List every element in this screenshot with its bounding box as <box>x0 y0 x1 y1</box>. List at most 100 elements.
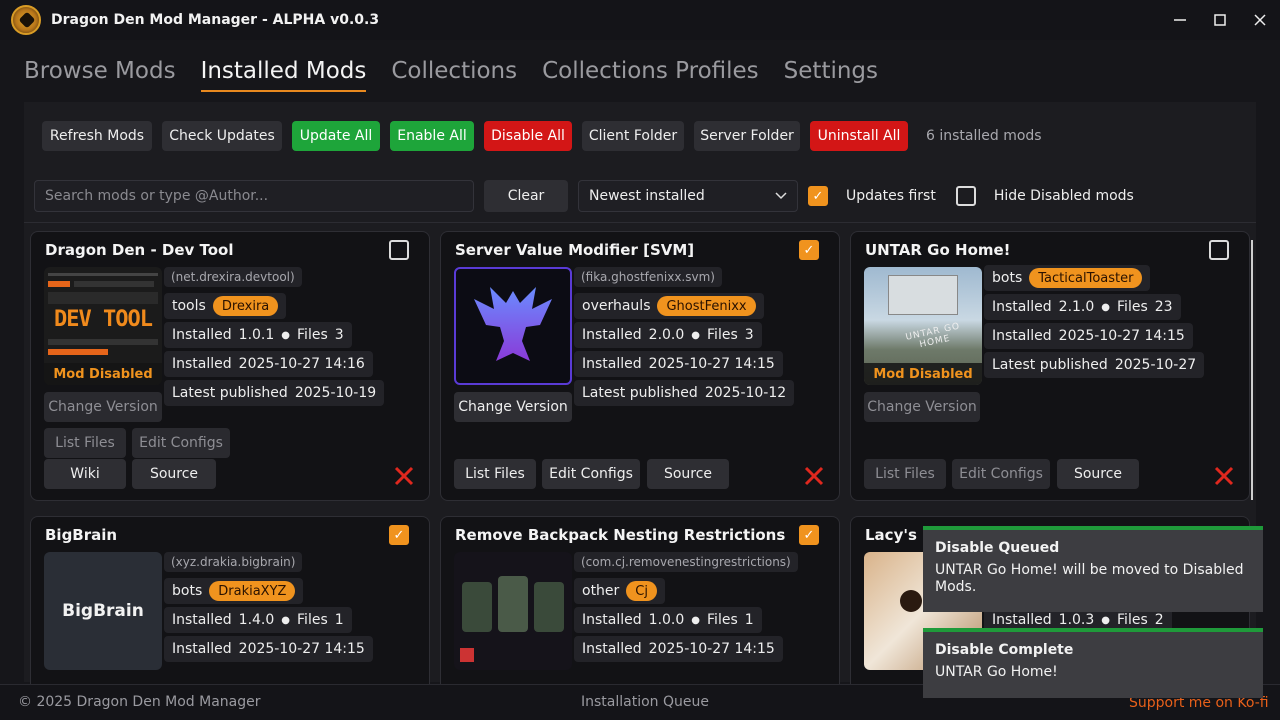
hide-disabled-checkbox[interactable] <box>955 186 976 206</box>
minimize-icon[interactable] <box>1160 0 1200 40</box>
installed-label: Installed <box>992 612 1052 628</box>
tab-collections-profiles[interactable]: Collections Profiles <box>542 58 759 92</box>
client-folder-button[interactable]: Client Folder <box>582 121 684 151</box>
search-input[interactable] <box>34 180 474 212</box>
installed-label: Installed <box>582 641 642 657</box>
hide-disabled-label: Hide Disabled mods <box>993 188 1134 204</box>
mod-enable-checkbox[interactable] <box>389 240 409 260</box>
uninstall-all-button[interactable]: Uninstall All <box>810 121 908 151</box>
mod-author-tag[interactable]: TacticalToaster <box>1029 268 1143 288</box>
thumbnail-text: BigBrain <box>62 601 144 621</box>
latest-label: Latest published <box>992 357 1108 373</box>
mod-enable-checkbox[interactable] <box>1209 240 1229 260</box>
scrollbar[interactable] <box>1251 240 1253 500</box>
mod-version-row: Installed 2.1.0 ● Files 23 <box>984 294 1181 320</box>
mod-card: UNTAR Go Home! UNTAR GO HOME Mod Disable… <box>850 231 1250 501</box>
mod-author-tag[interactable]: GhostFenixx <box>657 296 756 316</box>
mod-installed-date: 2025-10-27 14:15 <box>648 641 775 657</box>
mod-category: bots <box>172 583 203 599</box>
source-button[interactable]: Source <box>132 459 216 489</box>
mod-category: tools <box>172 298 206 314</box>
check-updates-button[interactable]: Check Updates <box>162 121 282 151</box>
change-version-button[interactable]: Change Version <box>44 392 162 422</box>
update-all-button[interactable]: Update All <box>292 121 380 151</box>
change-version-button[interactable]: Change Version <box>454 392 572 422</box>
installed-label: Installed <box>992 328 1052 344</box>
mod-installed-date: 2025-10-27 14:16 <box>238 356 365 372</box>
files-label: Files <box>297 327 328 343</box>
enable-all-button[interactable]: Enable All <box>390 121 474 151</box>
title-bar: Dragon Den Mod Manager - ALPHA v0.0.3 <box>0 0 1280 40</box>
clear-button[interactable]: Clear <box>484 180 568 212</box>
installation-queue-link[interactable]: Installation Queue <box>581 694 709 710</box>
mod-title: UNTAR Go Home! <box>865 241 1011 259</box>
delete-icon[interactable] <box>393 465 415 487</box>
mod-enable-checkbox[interactable]: ✓ <box>799 240 819 260</box>
change-version-button[interactable]: Change Version <box>864 392 980 422</box>
tab-settings[interactable]: Settings <box>784 58 878 92</box>
mod-thumbnail: UNTAR GO HOME Mod Disabled <box>864 267 982 385</box>
delete-icon[interactable] <box>803 465 825 487</box>
mod-category-row: overhauls GhostFenixx <box>574 293 764 319</box>
source-button[interactable]: Source <box>647 459 729 489</box>
files-label: Files <box>707 327 738 343</box>
updates-first-checkbox[interactable]: ✓ <box>808 186 828 206</box>
list-files-button[interactable]: List Files <box>454 459 536 489</box>
updates-first-label: Updates first <box>846 188 936 204</box>
maximize-icon[interactable] <box>1200 0 1240 40</box>
wiki-button[interactable]: Wiki <box>44 459 126 489</box>
tab-browse-mods[interactable]: Browse Mods <box>24 58 176 92</box>
disable-all-button[interactable]: Disable All <box>484 121 572 151</box>
mod-title: Server Value Modifier [SVM] <box>455 241 695 259</box>
mod-card: BigBrain ✓ BigBrain (xyz.drakia.bigbrain… <box>30 516 430 684</box>
mod-latest-row: Latest published 2025-10-19 <box>164 380 385 406</box>
mod-thumbnail: DEV TOOL Mod Disabled <box>44 267 162 385</box>
mod-category: other <box>582 583 620 599</box>
separator-dot: ● <box>691 329 701 341</box>
mod-version: 1.0.1 <box>238 327 275 343</box>
server-folder-button[interactable]: Server Folder <box>694 121 800 151</box>
toast-title: Disable Complete <box>935 642 1074 658</box>
close-icon[interactable] <box>1240 0 1280 40</box>
mod-enable-checkbox[interactable]: ✓ <box>799 525 819 545</box>
edit-configs-button[interactable]: Edit Configs <box>952 459 1050 489</box>
mod-version: 1.0.0 <box>648 612 685 628</box>
mod-package-id: (xyz.drakia.bigbrain) <box>164 552 303 572</box>
installed-label: Installed <box>992 299 1052 315</box>
mod-category-row: bots TacticalToaster <box>984 265 1151 291</box>
list-files-button[interactable]: List Files <box>44 428 126 458</box>
refresh-mods-button[interactable]: Refresh Mods <box>42 121 152 151</box>
tab-installed-mods[interactable]: Installed Mods <box>200 58 367 92</box>
mod-disabled-label: Mod Disabled <box>864 363 982 385</box>
mod-latest-date: 2025-10-12 <box>704 385 787 401</box>
installed-label: Installed <box>582 356 642 372</box>
mod-card: Remove Backpack Nesting Restrictions ✓ (… <box>440 516 840 684</box>
delete-icon[interactable] <box>1213 465 1235 487</box>
source-button[interactable]: Source <box>1057 459 1139 489</box>
mod-author-tag[interactable]: Cj <box>626 581 657 601</box>
tab-collections[interactable]: Collections <box>391 58 517 92</box>
sort-select[interactable]: Newest installed <box>578 180 798 212</box>
toolbar: Refresh Mods Check Updates Update All En… <box>42 121 1042 151</box>
mod-disabled-label: Mod Disabled <box>44 363 162 385</box>
mod-author-tag[interactable]: Drexira <box>212 296 279 316</box>
mod-installed-date-row: Installed 2025-10-27 14:15 <box>984 323 1193 349</box>
toast-message: UNTAR Go Home! <box>935 664 1058 680</box>
copyright-text: © 2025 Dragon Den Mod Manager <box>18 694 261 710</box>
chevron-down-icon <box>775 192 787 200</box>
list-files-button[interactable]: List Files <box>864 459 946 489</box>
mod-installed-date: 2025-10-27 14:15 <box>238 641 365 657</box>
mod-version: 1.0.3 <box>1058 612 1095 628</box>
installed-label: Installed <box>172 356 232 372</box>
mod-category: bots <box>992 270 1023 286</box>
edit-configs-button[interactable]: Edit Configs <box>542 459 640 489</box>
separator-dot: ● <box>281 329 291 341</box>
sort-value: Newest installed <box>589 188 705 204</box>
edit-configs-button[interactable]: Edit Configs <box>132 428 230 458</box>
mod-card: Server Value Modifier [SVM] ✓ (fika.ghos… <box>440 231 840 501</box>
mod-installed-date: 2025-10-27 14:15 <box>1058 328 1185 344</box>
mod-category-row: other Cj <box>574 578 665 604</box>
mod-enable-checkbox[interactable]: ✓ <box>389 525 409 545</box>
mod-title: Remove Backpack Nesting Restrictions <box>455 526 786 544</box>
mod-author-tag[interactable]: DrakiaXYZ <box>209 581 296 601</box>
